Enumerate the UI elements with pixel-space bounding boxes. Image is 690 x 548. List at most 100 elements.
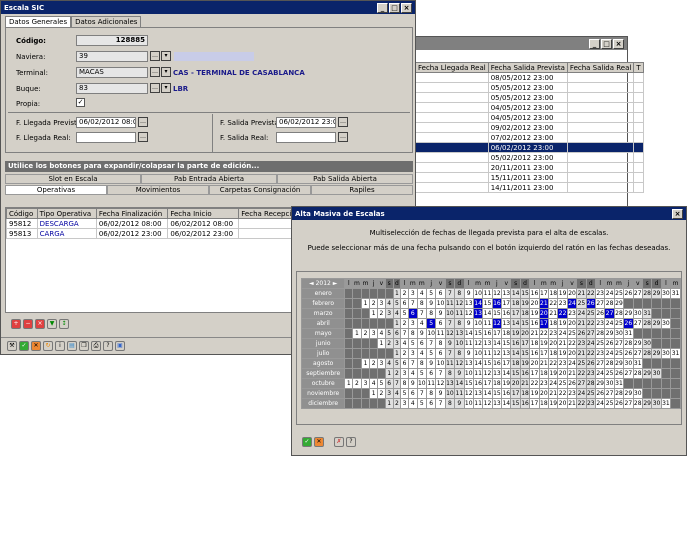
calendar-day[interactable]: 30 — [651, 368, 662, 379]
calendar-day[interactable]: 23 — [566, 388, 578, 399]
table-cell[interactable] — [633, 142, 644, 153]
calendar-day[interactable]: 3 — [407, 288, 418, 299]
calendar-day[interactable]: 16 — [472, 378, 484, 389]
calendar-day[interactable]: 20 — [566, 348, 578, 359]
calendar-day[interactable]: 28 — [641, 348, 653, 359]
calendar-day[interactable]: 26 — [613, 368, 625, 379]
column-header[interactable]: Tipo Operativa — [36, 208, 97, 219]
calendar-day[interactable]: 31 — [632, 358, 643, 369]
calendar-day[interactable]: 11 — [454, 308, 465, 319]
column-header[interactable]: Fecha Llegada Real — [415, 62, 489, 73]
calendar-day[interactable]: 11 — [425, 378, 437, 389]
calendar-day[interactable]: 18 — [510, 298, 521, 309]
calendar-day[interactable]: 12 — [444, 328, 456, 339]
calendar-day[interactable]: 18 — [548, 288, 559, 299]
calendar-day[interactable]: 12 — [482, 398, 493, 409]
calendar-day[interactable]: 31 — [641, 308, 653, 319]
operativas-grid[interactable]: Código Tipo Operativa Fecha Finalización Fe… — [6, 208, 306, 239]
calendar-day[interactable]: 25 — [604, 368, 615, 379]
calendar-day[interactable]: 27 — [604, 308, 615, 319]
calendar-day[interactable]: 6 — [407, 308, 418, 319]
calendar-day[interactable]: 4 — [400, 338, 409, 349]
calendar-day[interactable]: 17 — [501, 358, 512, 369]
calendar-day[interactable]: 10 — [435, 358, 446, 369]
calendar-day[interactable]: 27 — [632, 288, 643, 299]
calendar-day[interactable]: 28 — [641, 288, 653, 299]
accept-icon[interactable]: ✓ — [19, 341, 29, 351]
calendar-day[interactable]: 1 — [369, 308, 379, 319]
clear-icon[interactable]: × — [35, 319, 45, 329]
calendar-day[interactable]: 3 — [377, 358, 386, 369]
tools-icon[interactable]: ⚒ — [7, 341, 17, 351]
calendar-day[interactable]: 13 — [472, 308, 484, 319]
calendar-day[interactable]: 22 — [576, 368, 587, 379]
table-cell[interactable] — [633, 172, 644, 183]
info-icon[interactable]: i — [55, 341, 65, 351]
calendar-day[interactable]: 12 — [472, 338, 484, 349]
calendar-day[interactable]: 20 — [538, 388, 550, 399]
table-cell[interactable] — [566, 142, 635, 153]
table-row[interactable]: 08/05/2012 23:00 — [415, 72, 644, 83]
column-header[interactable]: Fecha Salida Prevista — [487, 62, 568, 73]
calendar-day[interactable]: 24 — [585, 338, 597, 349]
document-icon[interactable]: ▤ — [67, 341, 77, 351]
calendar-day[interactable]: 21 — [576, 318, 587, 329]
table-cell[interactable]: 09/02/2012 23:00 — [487, 122, 568, 133]
tab-rapiles[interactable]: Rapiles — [311, 185, 413, 195]
calendar-day[interactable]: 29 — [613, 298, 625, 309]
calendar-day[interactable]: 17 — [538, 288, 550, 299]
calendar-day[interactable]: 26 — [585, 298, 597, 309]
calendar-day[interactable]: 25 — [557, 378, 568, 389]
calendar-day[interactable]: 25 — [613, 288, 625, 299]
table-cell[interactable] — [566, 132, 635, 143]
calendar-day[interactable]: 9 — [407, 378, 418, 389]
calendar-day[interactable]: 30 — [660, 288, 672, 299]
calendar-day[interactable]: 23 — [585, 398, 597, 409]
calendar-day[interactable]: 26 — [623, 288, 634, 299]
calendar-day[interactable]: 29 — [651, 288, 662, 299]
calendar-day[interactable]: 29 — [651, 318, 662, 329]
calendar-day[interactable]: 27 — [623, 368, 634, 379]
calendar-day[interactable]: 8 — [454, 348, 465, 359]
calendar-day[interactable]: 6 — [435, 318, 446, 329]
calendar-day[interactable]: 29 — [623, 308, 634, 319]
calendar-day[interactable]: 27 — [594, 358, 606, 369]
calendar-day[interactable]: 3 — [377, 298, 386, 309]
calendar-day[interactable]: 8 — [444, 398, 456, 409]
sort-icon[interactable]: ↕ — [59, 319, 69, 329]
calendar-day[interactable]: 23 — [594, 348, 606, 359]
calendar-day[interactable]: 1 — [360, 298, 371, 309]
calendar-day[interactable]: 5 — [392, 298, 402, 309]
calendar-day[interactable]: 10 — [444, 308, 456, 319]
calendar-day[interactable]: 9 — [463, 348, 474, 359]
calendar-day[interactable]: 8 — [400, 378, 409, 389]
calendar-day[interactable]: 20 — [557, 368, 568, 379]
calendar-day[interactable]: 31 — [670, 288, 681, 299]
calendar-day[interactable]: 23 — [557, 298, 568, 309]
table-cell[interactable] — [633, 152, 644, 163]
calendar-day[interactable]: 1 — [360, 358, 371, 369]
calendar-day[interactable]: 14 — [482, 388, 493, 399]
calendar-day[interactable]: 27 — [623, 398, 634, 409]
calendar-day[interactable]: 29 — [641, 368, 653, 379]
table-cell[interactable] — [633, 102, 644, 113]
table-row[interactable]: 05/02/2012 23:00 — [415, 152, 644, 163]
tab-datos-generales[interactable]: Datos Generales — [5, 16, 72, 27]
calendar-day[interactable]: 21 — [576, 348, 587, 359]
calendar-day[interactable]: 18 — [510, 358, 521, 369]
table-cell[interactable] — [633, 72, 644, 83]
calendar-day[interactable]: 14 — [510, 288, 521, 299]
calendar-day[interactable]: 1 — [392, 318, 402, 329]
calendar-day[interactable]: 28 — [604, 298, 615, 309]
calendar-day[interactable]: 8 — [425, 388, 437, 399]
calendar-day[interactable]: 17 — [510, 388, 521, 399]
table-cell[interactable] — [415, 182, 489, 193]
table-cell[interactable] — [566, 112, 635, 123]
calendar-day[interactable]: 16 — [491, 358, 503, 369]
table-row[interactable]: 07/02/2012 23:00 — [415, 132, 644, 143]
calendar-day[interactable]: 26 — [613, 398, 625, 409]
calendar-day[interactable]: 12 — [454, 298, 465, 309]
calendar-day[interactable]: 10 — [463, 368, 474, 379]
calendar-day[interactable]: 1 — [384, 368, 394, 379]
calendar-day[interactable]: 17 — [538, 318, 550, 329]
